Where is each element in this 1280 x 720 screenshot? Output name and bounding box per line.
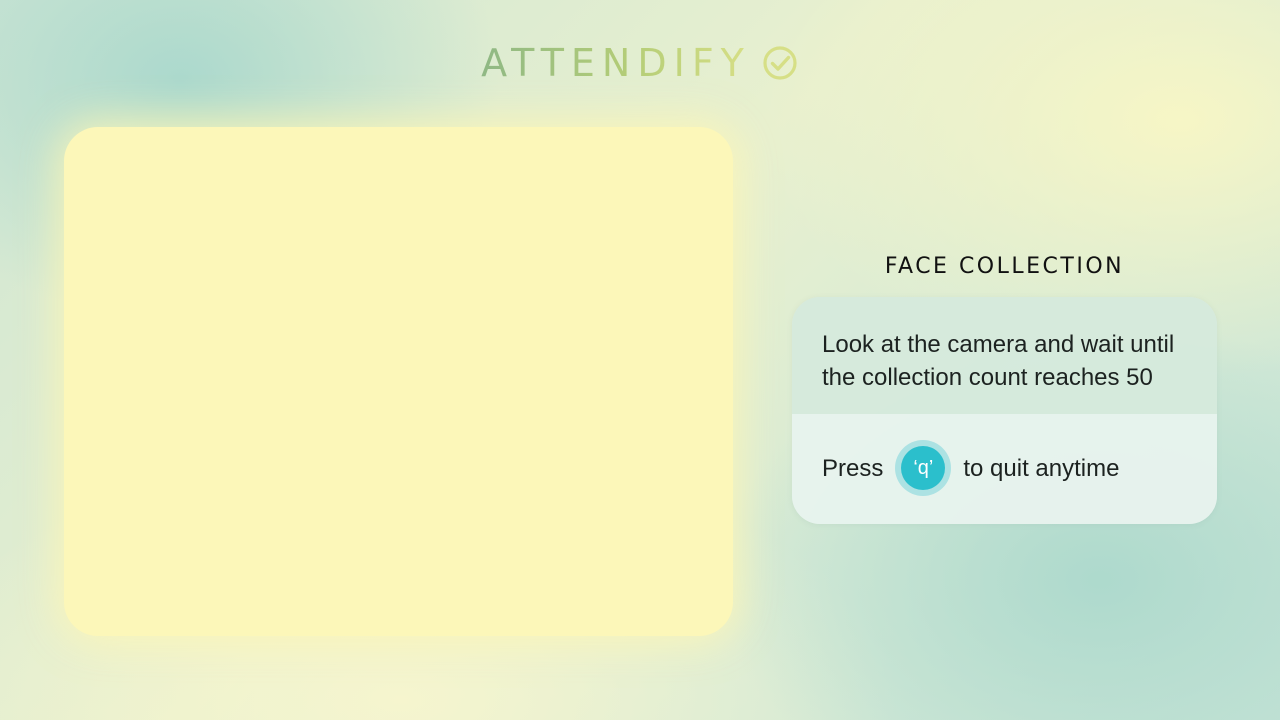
quit-label: to quit anytime [963,455,1120,482]
camera-feed-panel [64,127,733,636]
brand-logo: ATTENDIFY [481,38,799,88]
check-circle-icon [761,44,799,82]
quit-key-badge: ‘q’ [895,439,952,496]
press-label: Press [822,455,884,482]
instructions-card: Look at the camera and wait until the co… [792,297,1217,524]
instruction-section: Look at the camera and wait until the co… [792,297,1217,414]
quit-hint-section: Press ‘q’ to quit anytime [792,414,1217,524]
quit-key-label: ‘q’ [901,445,946,490]
instruction-text: Look at the camera and wait until the co… [822,331,1175,391]
face-collection-title: FACE COLLECTION [884,254,1125,280]
brand-title: ATTENDIFY [481,38,751,88]
app-header: ATTENDIFY [0,38,1280,88]
